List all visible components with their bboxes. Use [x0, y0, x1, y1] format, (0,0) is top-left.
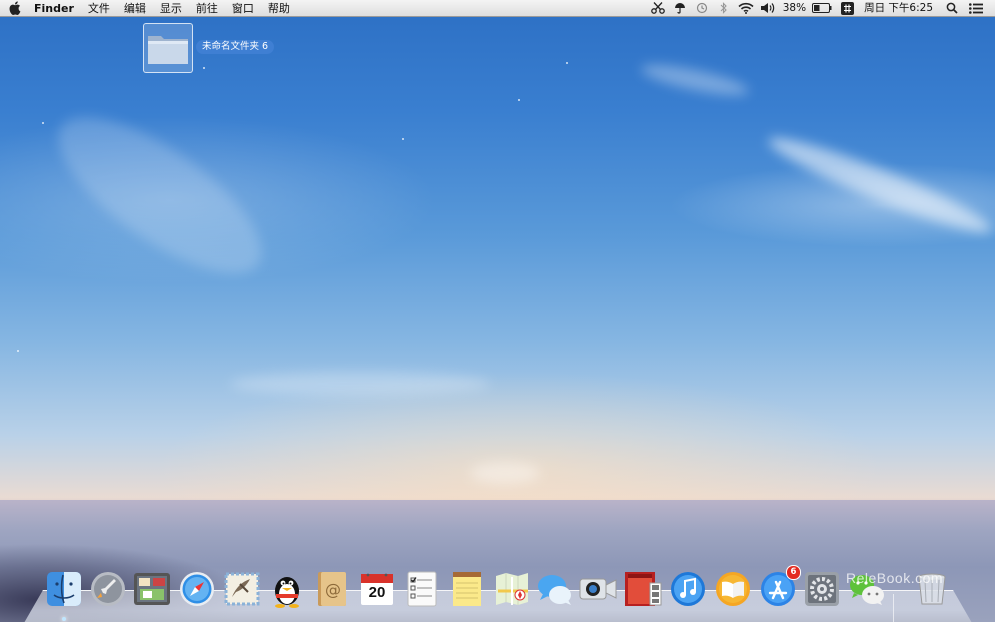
app-store-badge: 6 — [786, 565, 801, 580]
photo-booth-icon[interactable] — [623, 569, 663, 609]
menu-file[interactable]: 文件 — [81, 0, 117, 17]
calendar-date-label: 20 — [368, 584, 386, 601]
maps-icon[interactable] — [492, 569, 532, 609]
battery-icon[interactable] — [810, 3, 834, 13]
mission-control-icon[interactable] — [132, 569, 172, 609]
facetime-icon[interactable] — [578, 569, 618, 609]
scissors-icon[interactable] — [647, 2, 669, 14]
menu-app-finder[interactable]: Finder — [30, 0, 81, 17]
spotlight-icon[interactable] — [941, 2, 963, 14]
input-method-icon[interactable] — [834, 1, 860, 15]
wifi-icon[interactable] — [735, 2, 757, 14]
wallpaper-star — [17, 350, 19, 352]
messages-icon[interactable] — [535, 569, 575, 609]
battery-percent[interactable]: 38% — [779, 0, 810, 17]
menu-window[interactable]: 窗口 — [225, 0, 261, 17]
watermark-text: ReleBook.com — [846, 570, 944, 586]
menu-view[interactable]: 显示 — [153, 0, 189, 17]
wallpaper-star — [518, 99, 520, 101]
safari-icon[interactable] — [177, 569, 217, 609]
wallpaper-cloud — [230, 372, 490, 396]
folder-icon — [148, 36, 188, 64]
time-machine-icon[interactable] — [691, 2, 713, 14]
umbrella-icon[interactable] — [669, 2, 691, 14]
wallpaper-star — [402, 138, 404, 140]
folder-selection-box[interactable] — [143, 23, 193, 73]
menu-clock[interactable]: 周日 下午6:25 — [860, 0, 941, 17]
system-preferences-icon[interactable] — [802, 569, 842, 609]
menu-help[interactable]: 帮助 — [261, 0, 297, 17]
launchpad-icon[interactable] — [88, 569, 128, 609]
bluetooth-icon[interactable] — [713, 2, 735, 14]
mail-icon[interactable] — [222, 569, 262, 609]
dock-separator — [893, 594, 894, 622]
apple-icon[interactable] — [0, 1, 30, 15]
calendar-icon[interactable]: 20 — [357, 569, 397, 609]
wallpaper-star — [42, 122, 44, 124]
desktop-folder[interactable]: 未命名文件夹 6 — [143, 23, 275, 75]
notification-center-icon[interactable] — [963, 2, 989, 14]
notes-icon[interactable] — [447, 569, 487, 609]
menu-edit[interactable]: 编辑 — [117, 0, 153, 17]
wallpaper-star — [566, 62, 568, 64]
finder-icon[interactable] — [44, 569, 84, 621]
menu-go[interactable]: 前往 — [189, 0, 225, 17]
wallpaper-cloud — [763, 126, 995, 244]
running-indicator — [62, 617, 66, 621]
app-store-icon[interactable]: 6 — [758, 565, 801, 609]
qq-icon[interactable] — [267, 569, 307, 609]
wallpaper-cloud — [470, 462, 540, 484]
svg-text:@: @ — [325, 580, 341, 599]
wallpaper-cloud — [639, 58, 751, 102]
reminders-icon[interactable] — [402, 569, 442, 609]
folder-name-label[interactable]: 未命名文件夹 6 — [196, 40, 275, 54]
itunes-icon[interactable] — [668, 569, 708, 609]
menu-bar: Finder 文件 编辑 显示 前往 窗口 帮助 38% 周日 下午6:25 — [0, 0, 995, 17]
wallpaper-cloud — [35, 89, 285, 301]
ibooks-icon[interactable] — [713, 569, 753, 609]
volume-icon[interactable] — [757, 2, 779, 14]
desktop-screen: Finder 文件 编辑 显示 前往 窗口 帮助 38% 周日 下午6:25 未… — [0, 0, 995, 622]
contacts-icon[interactable]: @ — [312, 569, 352, 609]
